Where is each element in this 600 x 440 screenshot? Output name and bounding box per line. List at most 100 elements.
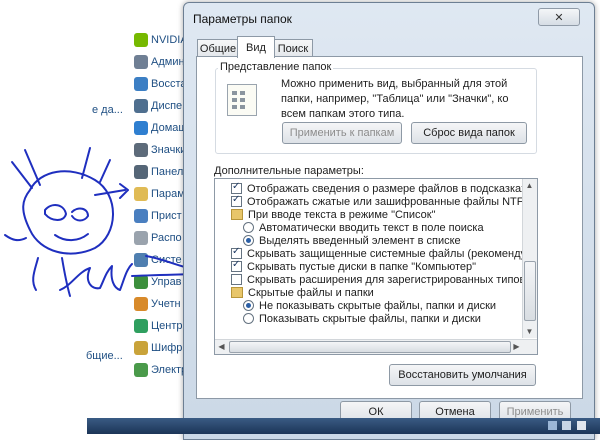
advanced-setting-label: Скрытые файлы и папки xyxy=(248,286,374,299)
background-left-text-1: е да... xyxy=(92,104,123,116)
scroll-up-icon[interactable]: ▲ xyxy=(523,179,536,192)
horizontal-scrollbar[interactable]: ◀ ▶ xyxy=(215,339,537,354)
advanced-setting-row[interactable]: Скрывать пустые диски в папке "Компьютер… xyxy=(231,259,477,273)
checkbox[interactable] xyxy=(231,246,242,259)
control-panel-item-label: Учетн xyxy=(151,298,181,310)
scroll-thumb[interactable] xyxy=(524,261,536,321)
control-panel-icon xyxy=(134,253,148,267)
advanced-setting-row[interactable]: Отображать сжатые или зашифрованные файл… xyxy=(231,194,538,208)
tab-general[interactable]: Общие xyxy=(197,39,239,57)
checkbox[interactable] xyxy=(231,194,242,207)
taskbar xyxy=(87,418,600,434)
control-panel-item[interactable]: Учетн xyxy=(134,294,181,314)
folder-view-icon xyxy=(227,84,257,116)
control-panel-item[interactable]: Электр xyxy=(134,360,187,380)
control-panel-icon xyxy=(134,121,148,135)
folder-icon xyxy=(231,287,243,298)
restore-defaults-button[interactable]: Восстановить умолчания xyxy=(389,364,536,386)
control-panel-item[interactable]: Управ xyxy=(134,272,182,292)
control-panel-item[interactable]: Центр xyxy=(134,316,183,336)
control-panel-item[interactable]: Админ xyxy=(134,52,185,72)
control-panel-item[interactable]: Шифр xyxy=(134,338,182,358)
control-panel-item-label: Значки xyxy=(151,144,187,156)
control-panel-item[interactable]: Распо xyxy=(134,228,182,248)
close-icon: ✕ xyxy=(554,11,564,24)
control-panel-icon xyxy=(134,209,148,223)
control-panel-icon xyxy=(134,99,148,113)
control-panel-item[interactable]: Систе xyxy=(134,250,182,270)
radio-button[interactable] xyxy=(243,300,254,311)
folder-icon xyxy=(231,209,243,220)
control-panel-item[interactable]: Восста xyxy=(134,74,187,94)
radio-button[interactable] xyxy=(243,222,254,233)
advanced-settings-tree[interactable]: Отображать сведения о размере файлов в п… xyxy=(214,178,538,355)
advanced-setting-row[interactable]: Скрывать защищенные системные файлы (рек… xyxy=(231,246,538,260)
radio-button[interactable] xyxy=(243,313,254,324)
control-panel-icon xyxy=(134,297,148,311)
close-button[interactable]: ✕ xyxy=(538,8,580,26)
control-panel-item[interactable]: NVIDIA xyxy=(134,30,188,50)
advanced-setting-row[interactable]: Автоматически вводить текст в поле поиск… xyxy=(243,221,484,234)
checkbox[interactable] xyxy=(231,259,242,272)
checkbox[interactable] xyxy=(231,181,242,194)
control-panel-item-label: Парам xyxy=(151,188,185,200)
control-panel-item-label: Прист xyxy=(151,210,182,222)
scroll-thumb-horizontal[interactable] xyxy=(229,341,511,353)
control-panel-item[interactable]: Диспе xyxy=(134,96,182,116)
advanced-setting-row[interactable]: Показывать скрытые файлы, папки и диски xyxy=(243,312,481,325)
control-panel-item-label: Управ xyxy=(151,276,182,288)
control-panel-item-label: Электр xyxy=(151,364,188,376)
control-panel-item-label: Восста xyxy=(151,78,187,90)
control-panel-item-label: Админ xyxy=(151,56,185,68)
scroll-down-icon[interactable]: ▼ xyxy=(523,325,536,338)
control-panel-icon xyxy=(134,33,148,47)
control-panel-icon xyxy=(134,143,148,157)
advanced-setting-row: Скрытые файлы и папки xyxy=(231,286,374,299)
tray-icon[interactable] xyxy=(548,421,557,430)
control-panel-item-label: Диспе xyxy=(151,100,183,112)
control-panel-item[interactable]: Панел xyxy=(134,162,183,182)
control-panel-icon xyxy=(134,231,148,245)
advanced-setting-row: При вводе текста в режиме "Список" xyxy=(231,208,435,221)
control-panel-item[interactable]: Домаш xyxy=(134,118,187,138)
tray-icon[interactable] xyxy=(562,421,571,430)
control-panel-item[interactable]: Значки xyxy=(134,140,186,160)
control-panel-item-label: Шифр xyxy=(151,342,183,354)
folder-view-description: Можно применить вид, выбранный для этой … xyxy=(281,77,508,122)
dialog-title: Параметры папок xyxy=(193,12,292,26)
control-panel-icon xyxy=(134,55,148,69)
description-line: папки, например, "Таблица" или "Значки",… xyxy=(281,93,509,105)
advanced-setting-label: Отображать сжатые или зашифрованные файл… xyxy=(247,195,538,208)
advanced-setting-label: Не показывать скрытые файлы, папки и дис… xyxy=(259,299,497,312)
advanced-setting-row[interactable]: Скрывать расширения для зарегистрированн… xyxy=(231,273,537,286)
description-line: Можно применить вид, выбранный для этой xyxy=(281,78,508,90)
vertical-scrollbar[interactable]: ▲ ▼ xyxy=(522,179,537,338)
tab-view[interactable]: Вид xyxy=(237,36,275,58)
advanced-settings-label: Дополнительные параметры: xyxy=(214,165,364,177)
advanced-setting-row[interactable]: Не показывать скрытые файлы, папки и дис… xyxy=(243,299,496,312)
advanced-setting-label: Отображать сведения о размере файлов в п… xyxy=(247,182,536,195)
background-left-text-2: бщие... xyxy=(86,350,123,362)
control-panel-icon xyxy=(134,363,148,377)
tab-search[interactable]: Поиск xyxy=(273,39,313,57)
advanced-setting-label: Показывать скрытые файлы, папки и диски xyxy=(259,312,481,325)
radio-button[interactable] xyxy=(243,235,254,246)
advanced-setting-label: Скрывать защищенные системные файлы (рек… xyxy=(247,247,538,260)
control-panel-item-label: Распо xyxy=(151,232,182,244)
scroll-left-icon[interactable]: ◀ xyxy=(215,340,228,353)
control-panel-item[interactable]: Прист xyxy=(134,206,182,226)
control-panel-icon xyxy=(134,275,148,289)
advanced-setting-row[interactable]: Отображать сведения о размере файлов в п… xyxy=(231,181,536,195)
control-panel-icon xyxy=(134,187,148,201)
advanced-setting-label: Скрывать пустые диски в папке "Компьютер… xyxy=(247,260,477,273)
tray-icon[interactable] xyxy=(577,421,586,430)
reset-folders-button[interactable]: Сброс вида папок xyxy=(411,122,527,144)
scroll-right-icon[interactable]: ▶ xyxy=(510,340,523,353)
control-panel-icon xyxy=(134,341,148,355)
advanced-setting-row[interactable]: Выделять введенный элемент в списке xyxy=(243,234,461,247)
advanced-setting-label: Выделять введенный элемент в списке xyxy=(259,234,461,247)
control-panel-item-label: Домаш xyxy=(151,122,188,134)
control-panel-item[interactable]: Парам xyxy=(134,184,185,204)
checkbox[interactable] xyxy=(231,274,242,285)
apply-to-folders-button[interactable]: Применить к папкам xyxy=(282,122,402,144)
